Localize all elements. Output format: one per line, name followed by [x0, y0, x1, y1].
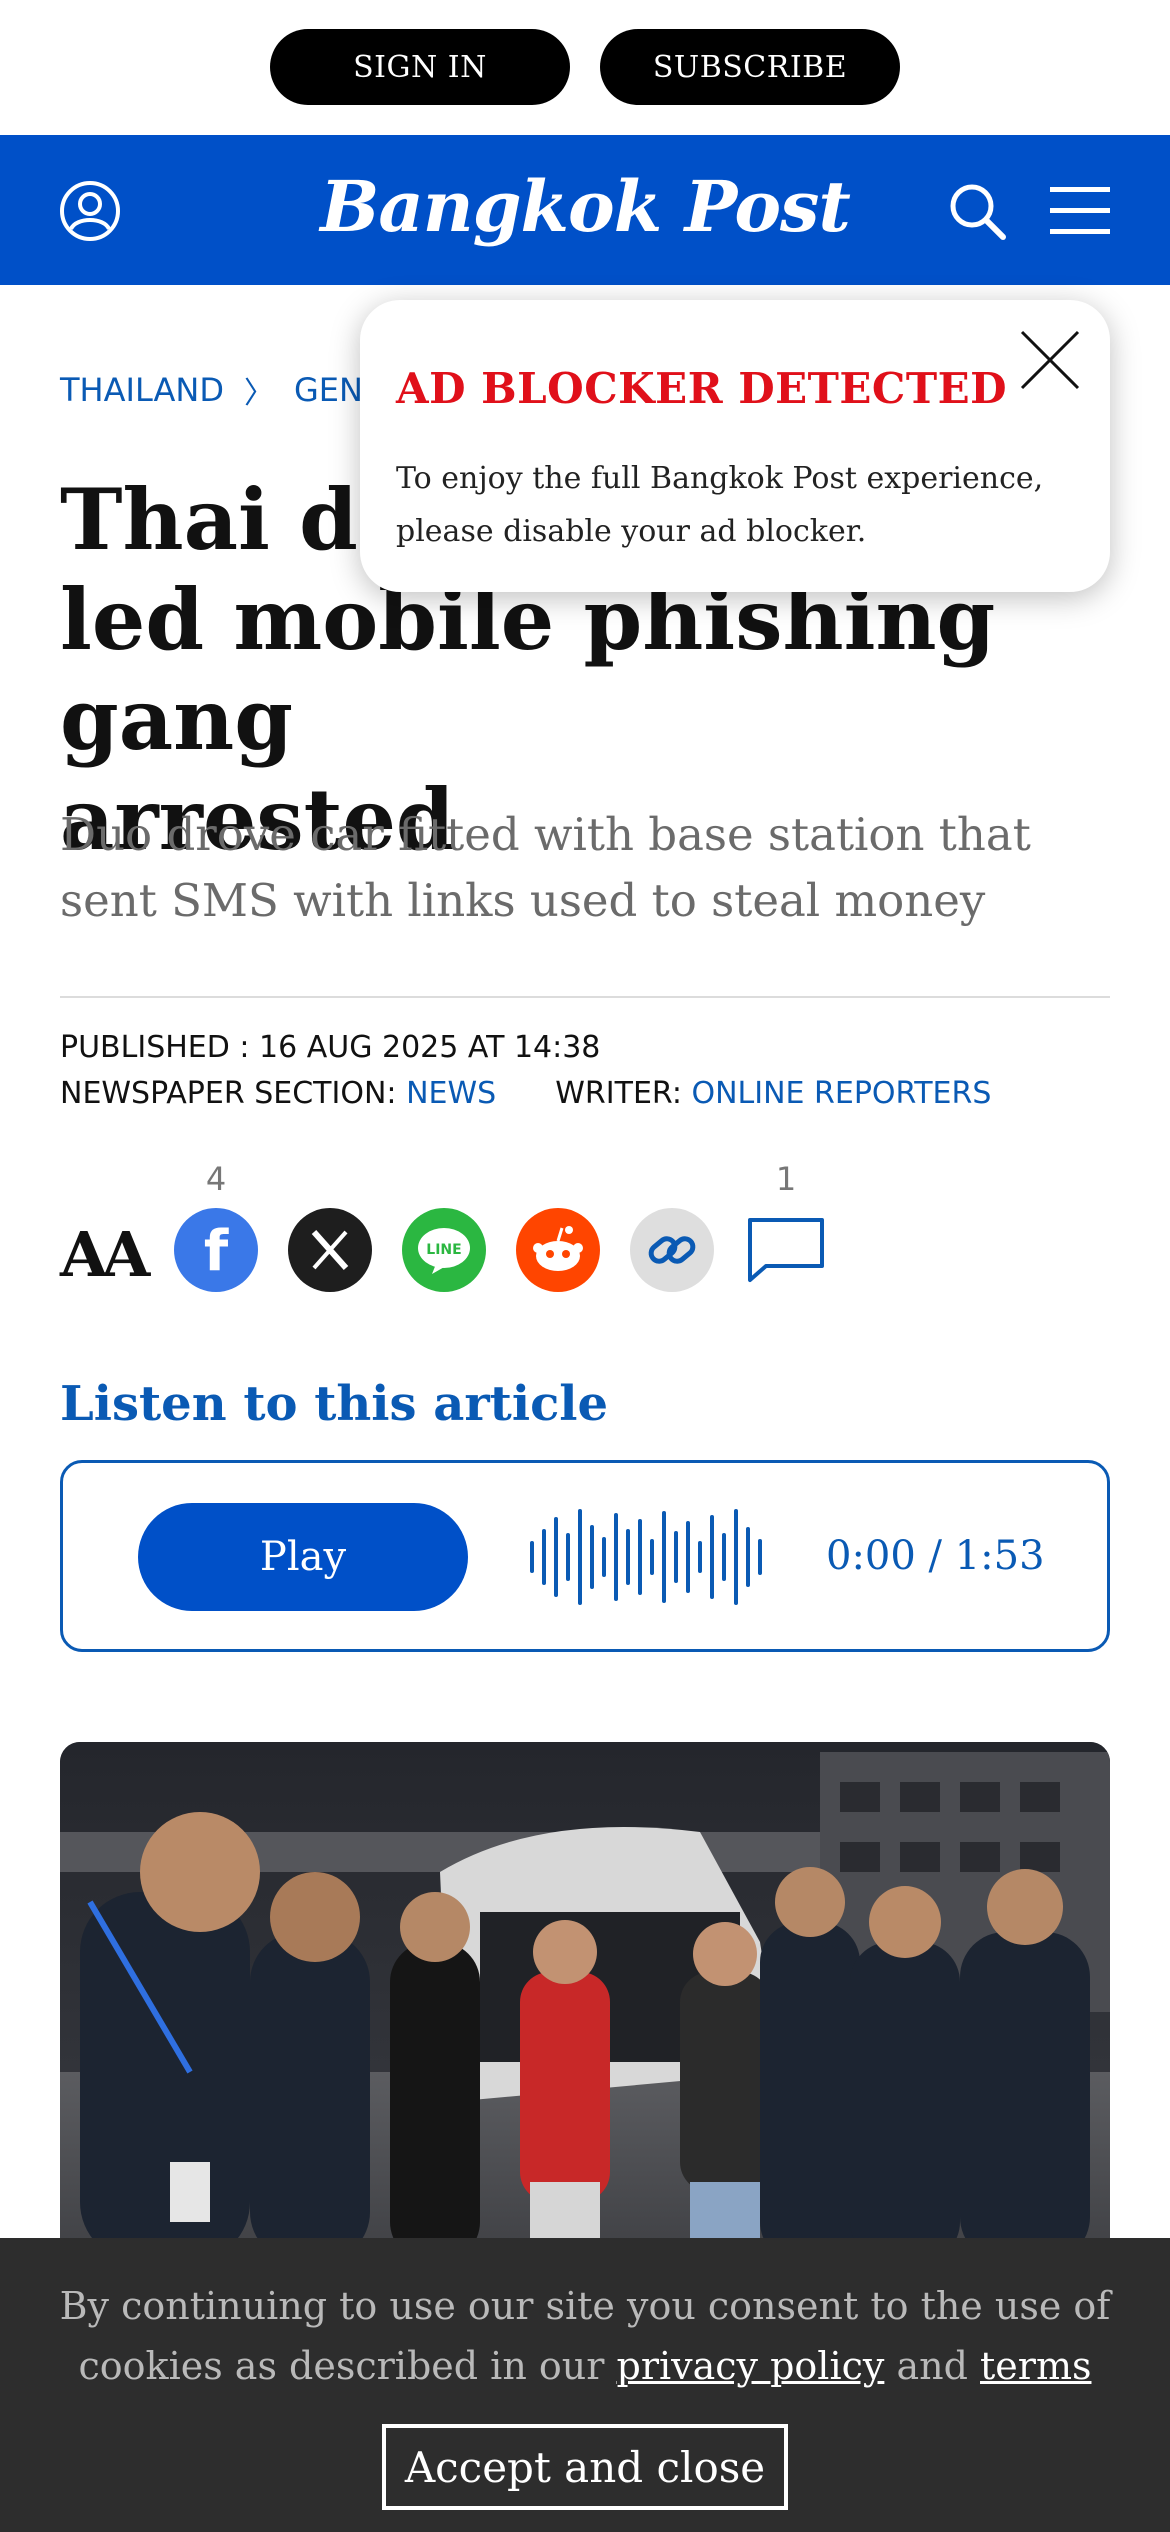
line-icon[interactable]: LINE: [402, 1208, 486, 1292]
svg-text:f: f: [204, 1219, 229, 1284]
writer-link[interactable]: ONLINE REPORTERS: [691, 1076, 991, 1111]
section-label: NEWSPAPER SECTION:: [60, 1076, 397, 1111]
reddit-icon[interactable]: [516, 1208, 600, 1292]
account-bar: SIGN IN SUBSCRIBE: [0, 0, 1170, 135]
facebook-icon[interactable]: f: [174, 1208, 258, 1292]
facebook-share-count: 4: [205, 1160, 227, 1198]
site-header: Bangkok Post: [0, 135, 1170, 285]
listen-title: Listen to this article: [60, 1376, 609, 1432]
font-size-button[interactable]: AA: [60, 1218, 150, 1291]
breadcrumb-thailand[interactable]: THAILAND: [60, 371, 224, 409]
svg-text:LINE: LINE: [426, 1242, 461, 1258]
search-icon[interactable]: [945, 179, 1009, 243]
privacy-policy-link[interactable]: privacy policy: [617, 2344, 885, 2388]
breadcrumb: THAILAND 〉 GEN: [60, 368, 363, 412]
article-photo: [60, 1742, 1110, 2262]
article-meta: NEWSPAPER SECTION: NEWS WRITER: ONLINE R…: [60, 1076, 991, 1111]
popup-title: AD BLOCKER DETECTED: [396, 364, 1008, 413]
waveform-icon: [530, 1509, 762, 1605]
play-button[interactable]: Play: [138, 1503, 468, 1611]
link-icon[interactable]: [630, 1208, 714, 1292]
comment-count: 1: [775, 1160, 797, 1198]
close-icon[interactable]: [1016, 326, 1084, 394]
headline-line: led mobile phishing gang: [60, 570, 996, 769]
comment-icon[interactable]: [744, 1208, 828, 1292]
section-link[interactable]: NEWS: [406, 1076, 496, 1111]
chevron-right-icon: 〉: [243, 376, 274, 411]
breadcrumb-general[interactable]: GEN: [294, 371, 363, 409]
popup-message: To enjoy the full Bangkok Post experienc…: [396, 461, 1044, 549]
menu-icon[interactable]: [1050, 185, 1110, 237]
cookie-message: By continuing to use our site you consen…: [0, 2276, 1170, 2396]
x-icon[interactable]: [288, 1208, 372, 1292]
cookie-banner: By continuing to use our site you consen…: [0, 2238, 1170, 2532]
audio-player: Play 0:00 / 1:53: [60, 1460, 1110, 1652]
published-date: PUBLISHED : 16 AUG 2025 AT 14:38: [60, 1030, 601, 1065]
ad-blocker-popup: AD BLOCKER DETECTED To enjoy the full Ba…: [360, 300, 1110, 592]
sign-in-button[interactable]: SIGN IN: [270, 29, 570, 105]
terms-link[interactable]: terms: [980, 2344, 1091, 2388]
audio-time: 0:00 / 1:53: [826, 1533, 1045, 1579]
subscribe-button[interactable]: SUBSCRIBE: [600, 29, 900, 105]
cookie-and: and: [896, 2344, 968, 2388]
accept-cookies-button[interactable]: Accept and close: [382, 2424, 788, 2510]
share-toolbar: AA 4 f LINE 1: [60, 1160, 1120, 1300]
article-subhead: Duo drove car fitted with base station t…: [60, 808, 1031, 927]
writer-label: WRITER:: [555, 1076, 682, 1111]
divider: [60, 996, 1110, 998]
